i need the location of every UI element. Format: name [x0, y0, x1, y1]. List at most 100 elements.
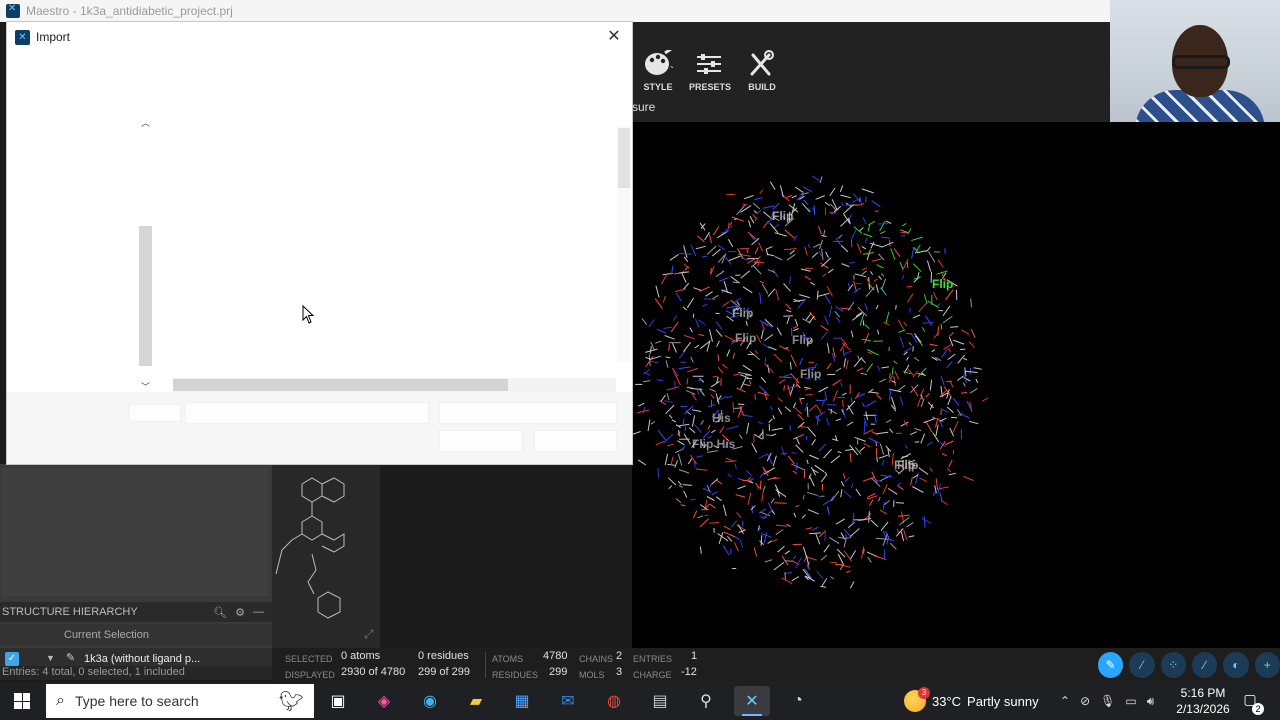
battery-icon[interactable]: ▭: [1125, 694, 1136, 708]
file-type-select[interactable]: [439, 402, 617, 424]
bond-line: [775, 524, 788, 527]
file-name-input[interactable]: [185, 402, 429, 424]
bond-line: [840, 245, 849, 253]
selected-atoms: 0 atoms: [341, 650, 381, 662]
open-button[interactable]: [439, 430, 523, 452]
bond-line: [692, 510, 698, 519]
scrollbar-thumb[interactable]: [139, 226, 152, 366]
bond-line: [674, 288, 686, 293]
bond-line: [709, 483, 712, 488]
bond-line: [953, 339, 965, 345]
bond-line: [957, 354, 965, 364]
bond-line: [783, 385, 785, 391]
bond-line: [969, 387, 978, 394]
bond-line: [889, 542, 897, 550]
recorder-icon[interactable]: ◔: [780, 686, 816, 716]
add-icon[interactable]: +: [1254, 652, 1280, 678]
line-icon[interactable]: ⁄: [1191, 652, 1218, 678]
bond-line: [752, 214, 757, 219]
outlook-icon[interactable]: ✉: [550, 686, 586, 716]
bond-line: [816, 290, 819, 300]
scrollbar-thumb[interactable]: [618, 128, 630, 188]
minimize-icon[interactable]: —: [253, 606, 264, 619]
task-view-icon[interactable]: ▣: [320, 686, 356, 716]
chrome-icon[interactable]: ◍: [596, 686, 632, 716]
bond-line: [772, 269, 779, 278]
bond-line: [761, 283, 769, 294]
file-list-hscrollbar[interactable]: [173, 378, 616, 392]
bond-line: [865, 286, 875, 297]
bond-line: [760, 535, 763, 546]
microphone-icon[interactable]: 🎙︎: [1100, 694, 1115, 708]
bond-line: [654, 298, 663, 309]
current-selection-row[interactable]: Current Selection: [0, 624, 272, 646]
chevron-up-icon[interactable]: ︿: [138, 116, 153, 128]
bond-line: [827, 404, 837, 406]
maps-pin-icon[interactable]: ⚲: [688, 686, 724, 716]
pencil-icon[interactable]: ✎: [66, 651, 75, 664]
taskbar-search-box[interactable]: ⌕ Type here to search 🐦︎: [46, 684, 314, 718]
bond-line: [771, 433, 777, 437]
file-explorer-icon[interactable]: ▰: [458, 686, 494, 716]
build-button[interactable]: BUILD: [736, 50, 788, 110]
volume-icon[interactable]: 🔊︎: [1147, 694, 1155, 709]
entry-include-checkbox[interactable]: ✓: [5, 652, 19, 666]
store-icon[interactable]: ▦: [504, 686, 540, 716]
bond-line: [682, 282, 690, 291]
left-pane-scrollbar[interactable]: ︿ ﹀: [138, 116, 153, 392]
bond-line: [655, 285, 660, 298]
bond-line: [754, 350, 758, 355]
expand-triangle-icon[interactable]: ▼: [46, 653, 55, 663]
app-icon[interactable]: ▤: [642, 686, 678, 716]
bond-line: [849, 528, 860, 537]
bond-line: [797, 413, 805, 421]
bond-line: [973, 367, 982, 370]
gear-icon[interactable]: ⚙: [235, 606, 245, 619]
maestro-taskbar-icon[interactable]: ✕: [734, 686, 770, 716]
bond-line: [816, 405, 823, 415]
bond-line: [820, 325, 829, 332]
notification-icon[interactable]: ▢ 2: [1240, 691, 1264, 715]
bond-line: [759, 189, 763, 194]
bond-line: [941, 348, 948, 358]
residue-label: Flip: [735, 331, 756, 345]
bond-line: [906, 521, 914, 528]
copilot-icon[interactable]: ◈: [366, 686, 402, 716]
presets-button[interactable]: PRESETS: [684, 50, 736, 110]
edge-icon[interactable]: ◉: [412, 686, 448, 716]
dots-icon[interactable]: ⁘: [1160, 652, 1186, 678]
bond-line: [693, 287, 702, 291]
screen: Maestro - 1k3a_antidiabetic_project.prj …: [0, 0, 1280, 720]
bond-line: [830, 408, 833, 414]
bond-line: [711, 248, 721, 257]
clock-date: 2/13/2026: [1176, 702, 1230, 716]
chevron-up-icon[interactable]: ⌃: [1060, 694, 1070, 708]
bond-line: [852, 312, 863, 321]
cancel-button[interactable]: [534, 430, 617, 452]
bond-line: [711, 491, 718, 496]
toggle-icon[interactable]: ◐: [1223, 652, 1249, 678]
file-list-scrollbar[interactable]: [617, 126, 631, 362]
pen-icon[interactable]: ⁄: [1129, 652, 1155, 678]
bond-line: [925, 392, 930, 398]
workspace-3d-viewer[interactable]: Flip Flip Flip Flip Flip Flip His Flip His Flip F…: [632, 122, 1280, 648]
bond-line: [853, 356, 863, 368]
bond-line: [656, 379, 664, 382]
chevron-down-icon[interactable]: ﹀: [138, 380, 153, 392]
bond-line: [860, 372, 868, 376]
search-icon[interactable]: 🔍︎: [213, 606, 227, 619]
bond-line: [853, 287, 861, 294]
bond-line: [799, 294, 810, 299]
close-icon[interactable]: ✕: [604, 27, 624, 47]
bond-line: [912, 370, 918, 378]
windows-logo-icon: [14, 693, 30, 709]
weather-widget[interactable]: 3 33°C Partly sunny: [904, 682, 1039, 720]
start-button[interactable]: [0, 682, 44, 720]
network-off-icon[interactable]: ⊘: [1080, 694, 1090, 708]
feather-icon[interactable]: ✎: [1098, 652, 1124, 678]
scrollbar-thumb[interactable]: [173, 379, 508, 391]
bond-line: [840, 194, 851, 199]
bond-line: [769, 223, 779, 234]
taskbar-clock[interactable]: 5:16 PM 2/13/2026: [1172, 685, 1234, 717]
bond-line: [877, 365, 881, 371]
